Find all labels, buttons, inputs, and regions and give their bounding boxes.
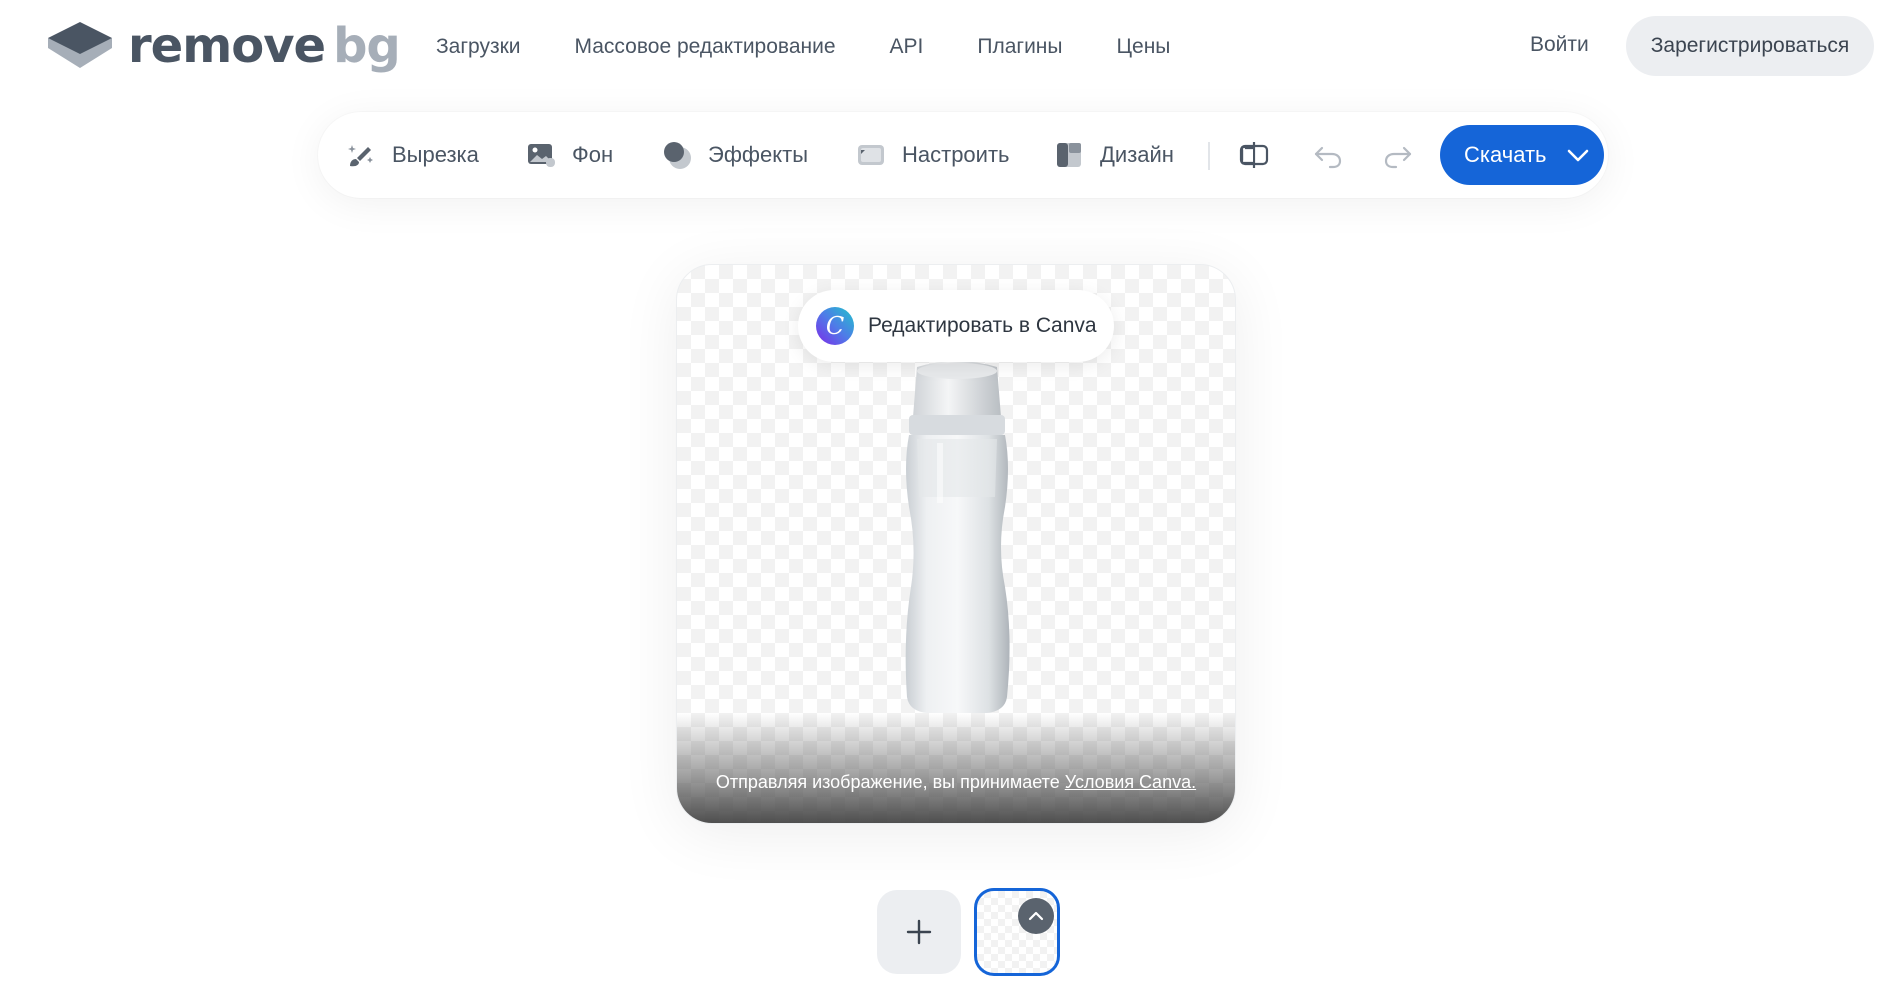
undo-icon[interactable] [1312,140,1344,170]
brush-sparkle-icon [348,145,373,167]
tool-effects[interactable]: Эффекты [662,112,808,198]
thumbnail-expand-button[interactable] [1018,898,1054,934]
layout-icon [1057,143,1081,167]
layers-logo-icon [48,22,112,68]
plus-icon [906,919,932,945]
editor-toolbar: Вырезка Фон Эффекты Настроить Дизайн Ска… [318,112,1608,198]
main-nav: Загрузки Массовое редактирование API Пла… [436,28,1170,66]
chevron-up-icon [1028,911,1044,921]
download-button[interactable]: Скачать [1440,125,1604,185]
download-label: Скачать [1464,142,1547,167]
tool-design[interactable]: Дизайн [1054,112,1174,198]
toolbar-divider [1208,142,1210,170]
image-icon [528,144,555,167]
nav-item-bulk-editing[interactable]: Массовое редактирование [575,35,836,59]
chevron-down-icon[interactable] [1566,145,1590,165]
tool-adjust-label: Настроить [902,142,1010,167]
redo-icon[interactable] [1382,140,1414,170]
terms-prefix: Отправляя изображение, вы принимаете [715,772,1060,792]
nav-item-plugins[interactable]: Плагины [977,35,1062,59]
tool-cutout[interactable]: Вырезка [346,112,479,198]
tool-background-label: Фон [572,142,614,167]
compare-icon[interactable] [1238,140,1270,170]
login-link[interactable]: Войти [1530,33,1589,57]
canva-terms-notice: Отправляя изображение, вы принимаете Усл… [677,772,1235,793]
tool-cutout-label: Вырезка [392,142,479,167]
brand-logo[interactable]: remove bg [46,18,401,74]
card-bottom-fade [677,713,1235,823]
nav-item-api[interactable]: API [890,35,924,59]
brand-word-bg: bg [333,18,401,74]
svg-text:C: C [826,312,844,340]
brand-word-remove: remove [128,18,326,74]
tool-adjust[interactable]: Настроить [856,112,1010,198]
tool-background[interactable]: Фон [526,112,613,198]
header: remove bg Загрузки Массовое редактировани… [0,0,1900,94]
edit-in-canva-button[interactable]: C Редактировать в Canva [798,290,1114,362]
nav-item-uploads[interactable]: Загрузки [436,35,521,59]
brand-wordmark: remove bg [128,18,401,74]
shadow-circles-icon [664,142,691,169]
adjust-card-icon [858,145,884,165]
tool-design-label: Дизайн [1100,142,1174,167]
product-bottle-image [905,361,1010,713]
edit-in-canva-label: Редактировать в Canva [868,314,1097,337]
nav-item-pricing[interactable]: Цены [1117,35,1171,59]
signup-button[interactable]: Зарегистрироваться [1626,16,1874,76]
canva-logo-icon: C [816,307,854,345]
canva-terms-link[interactable]: Условия Canva. [1065,772,1196,792]
add-image-button[interactable] [877,890,961,974]
tool-effects-label: Эффекты [708,142,809,167]
